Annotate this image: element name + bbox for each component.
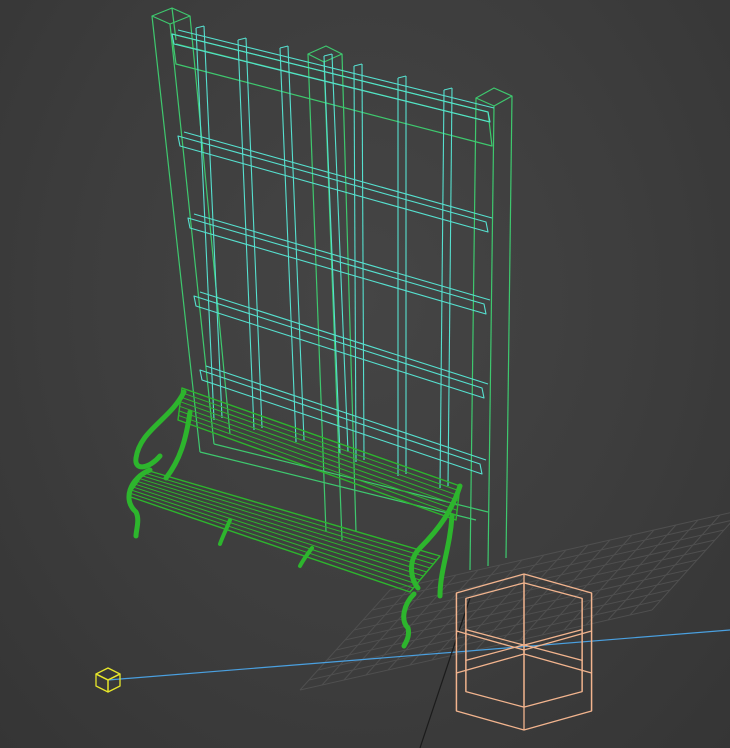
bench-seat-slat [135,483,424,577]
bench-back-slat [178,414,458,516]
lattice-slat-cap [195,25,205,29]
park-bench[interactable] [126,387,463,649]
lattice-rail [171,33,491,123]
lattice-slat [439,89,445,489]
lattice-slat [353,65,357,463]
axis-x-line [107,629,730,681]
lattice-rail [187,217,487,315]
bench-seat-slats [129,472,438,589]
lattice-rail-edge [177,29,495,109]
axis-y-line [419,597,471,748]
lattice-slat [331,53,349,453]
trellis-post-middle[interactable] [307,45,343,63]
lattice-slat-cap [353,63,363,67]
bench-back-slats [178,392,460,516]
lattice-slat [287,45,305,441]
lattice-horizontal-rails[interactable] [171,29,495,475]
hexagonal-planter[interactable] [455,573,593,731]
lattice-slat [237,39,255,431]
world-axes [107,597,730,748]
scene-canvas[interactable] [0,0,730,748]
bench-back-slat [179,405,459,506]
lattice-slat-cap [323,53,333,57]
lattice-slat-cap [237,37,247,41]
lattice-slat [447,87,453,487]
bench-seat-slat [139,478,431,569]
bench-leg-left-back[interactable] [163,409,193,481]
trellis-post-left[interactable] [151,7,191,25]
lattice-slat [361,63,365,461]
bench-backrest[interactable] [177,387,461,521]
lattice-rail-edge [193,213,491,301]
home-grid [299,512,730,691]
light-gizmo[interactable] [95,667,121,693]
lattice-slat-cap [279,45,289,49]
grid-line [344,559,698,641]
lattice-rail [177,135,489,233]
lattice-slat [203,25,223,419]
lattice-slat [323,55,341,455]
trellis-lattice[interactable] [171,25,495,489]
bench-back-slat [179,401,459,502]
lattice-rail-edge [199,291,489,385]
bench-seat-slat [133,486,421,581]
bench-back-slat [180,392,460,492]
grid-line [317,589,671,671]
lattice-slat-cap [443,87,453,91]
bench-seat-slat [137,481,428,573]
trellis-post-right[interactable] [475,87,513,107]
grid-line [353,549,707,631]
bench-leg-right-front[interactable] [401,591,417,649]
viewport-perspective[interactable] [0,0,730,748]
lattice-slat-cap [397,75,407,79]
